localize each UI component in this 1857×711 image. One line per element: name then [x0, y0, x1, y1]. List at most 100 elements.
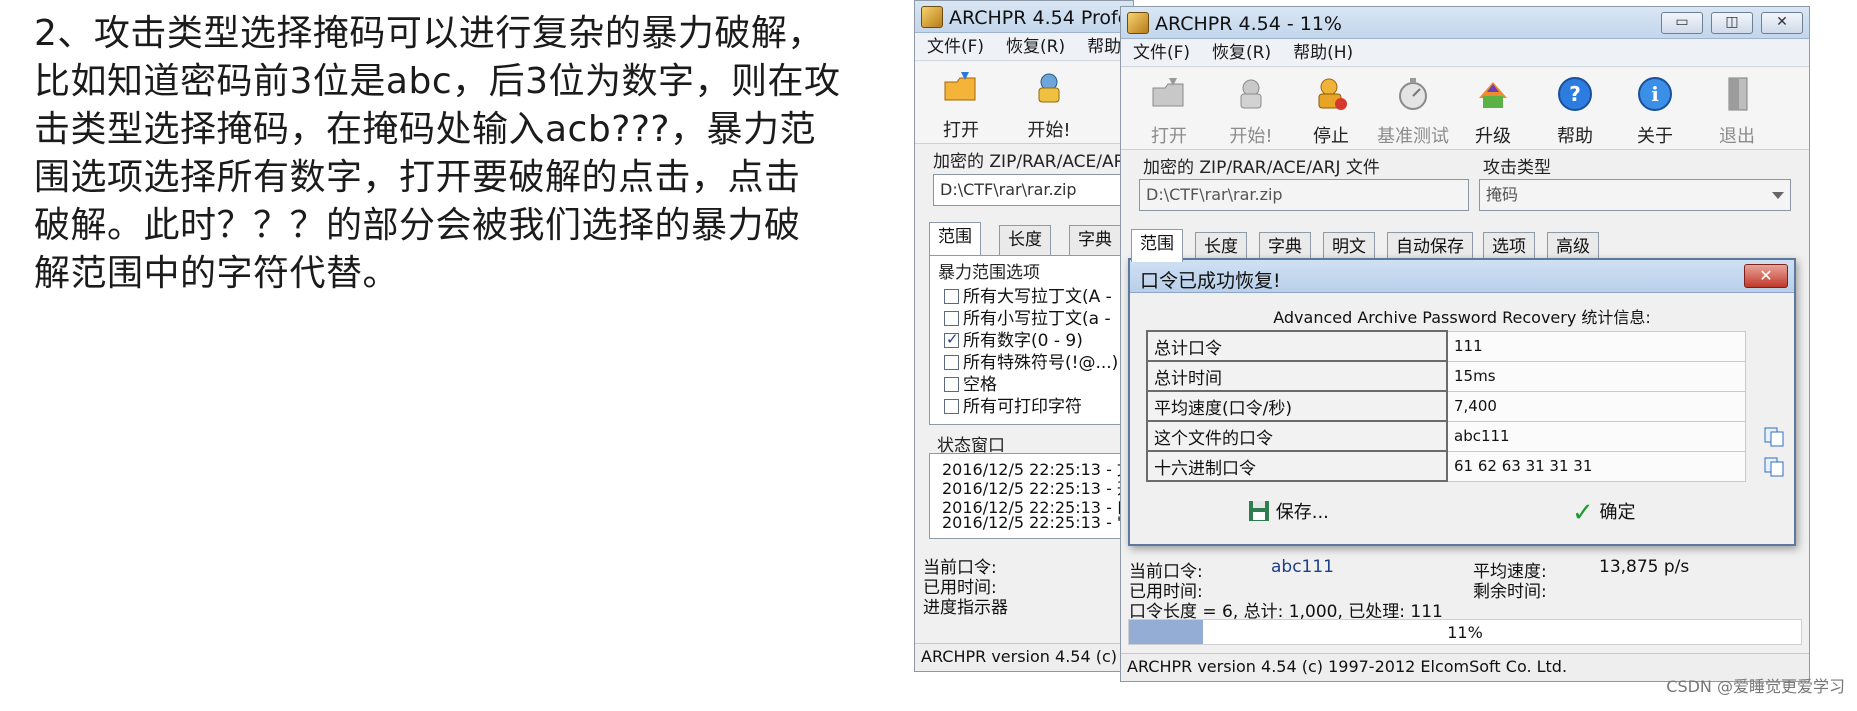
menu-file[interactable]: 文件(F): [1133, 39, 1190, 67]
file-group-label: 加密的 ZIP/RAR/ACE/AR: [933, 152, 1126, 172]
upgrade-label: 升级: [1475, 126, 1511, 147]
progress-indicator-label: 进度指示器: [923, 598, 1008, 618]
log-line: 2016/12/5 22:25:13 - 'ab: [942, 513, 1134, 532]
table-row: 这个文件的口令 abc111: [1146, 420, 1746, 452]
start-button[interactable]: 开始!: [1011, 66, 1087, 141]
open-button[interactable]: 打开: [1131, 72, 1207, 147]
about-label: 关于: [1637, 126, 1673, 147]
stat-label: 这个文件的口令: [1146, 420, 1448, 452]
save-button[interactable]: 保存...: [1248, 496, 1329, 530]
ok-button[interactable]: ✓ 确定: [1572, 496, 1636, 530]
article-line: 解范围中的字符代替。: [34, 253, 400, 294]
article-line: 围选项选择所有数字，打开要破解的点击，点击: [34, 157, 801, 198]
save-label: 保存...: [1275, 502, 1329, 523]
stat-label: 平均速度(口令/秒): [1146, 390, 1448, 422]
front-window-menubar: 文件(F) 恢复(R) 帮助(H): [1121, 39, 1809, 67]
back-window-menubar: 文件(F) 恢复(R) 帮助: [915, 33, 1133, 61]
front-window-title: ARCHPR 4.54 - 11%: [1155, 13, 1342, 35]
stat-label: 十六进制口令: [1146, 450, 1448, 482]
stop-label: 停止: [1313, 126, 1349, 147]
current-password-value: abc111: [1271, 557, 1335, 577]
minimize-button[interactable]: ▭: [1661, 12, 1703, 34]
remaining-time-label: 剩余时间:: [1473, 582, 1547, 602]
start-icon: [1038, 73, 1060, 103]
open-icon: [1152, 78, 1184, 107]
checkbox[interactable]: [944, 355, 959, 370]
checkbox[interactable]: [944, 289, 959, 304]
stat-value: 15ms: [1446, 360, 1746, 392]
exit-icon: [1728, 77, 1748, 111]
front-window-toolbar: 打开 开始! 停止 基准测试 升级 ? 帮助 i 关于 退出: [1121, 68, 1809, 150]
upgrade-icon: [1479, 82, 1507, 108]
article-line: 2、攻击类型选择掩码可以进行复杂的暴力破解，: [34, 13, 824, 54]
attack-type-select[interactable]: 掩码: [1479, 179, 1791, 211]
back-window-title: ARCHPR 4.54 Profes: [949, 7, 1134, 29]
benchmark-label: 基准测试: [1377, 126, 1449, 147]
menu-recover[interactable]: 恢复(R): [1006, 33, 1065, 61]
stat-label: 总计口令: [1146, 330, 1448, 362]
archpr-app-icon: [1127, 12, 1149, 34]
file-path-field[interactable]: D:\CTF\rar\rar.zip: [933, 174, 1133, 206]
table-row: 平均速度(口令/秒) 7,400: [1146, 390, 1746, 422]
back-window-toolbar: 打开 开始!: [915, 62, 1133, 144]
attack-type-value: 掩码: [1486, 185, 1519, 204]
stop-button[interactable]: 停止: [1293, 72, 1369, 147]
range-panel: 暴力范围选项 所有大写拉丁文(A - 所有小写拉丁文(a - 所有数字(0 - …: [929, 255, 1133, 425]
range-option-printable[interactable]: 所有可打印字符: [944, 392, 1082, 417]
menu-recover[interactable]: 恢复(R): [1212, 39, 1271, 67]
dialog-subtitle: Advanced Archive Password Recovery 统计信息:: [1273, 308, 1651, 327]
article-line: 击类型选择掩码，在掩码处输入acb???，暴力范: [34, 109, 817, 150]
dialog-titlebar[interactable]: 口令已成功恢复! ✕: [1130, 260, 1794, 293]
stop-icon: [1318, 78, 1347, 110]
menu-help[interactable]: 帮助: [1087, 33, 1121, 61]
about-icon: i: [1638, 77, 1672, 111]
checkbox[interactable]: [944, 377, 959, 392]
open-icon: [944, 72, 976, 101]
about-button[interactable]: i 关于: [1617, 72, 1693, 147]
copy-password-icon[interactable]: [1763, 426, 1785, 448]
stats-table: 总计口令 111 总计时间 15ms 平均速度(口令/秒) 7,400 这个文件的口令…: [1146, 330, 1746, 482]
stat-value-hex[interactable]: 61 62 63 31 31 31: [1446, 450, 1746, 482]
table-row: 总计口令 111: [1146, 330, 1746, 362]
file-path-field[interactable]: D:\CTF\rar\rar.zip: [1139, 179, 1469, 211]
back-window-titlebar[interactable]: ARCHPR 4.54 Profes: [915, 1, 1133, 33]
file-group-label: 加密的 ZIP/RAR/ACE/ARJ 文件: [1143, 158, 1380, 178]
back-window: ARCHPR 4.54 Profes 文件(F) 恢复(R) 帮助 打开 开始! 加…: [914, 0, 1134, 672]
tab-dictionary[interactable]: 字典: [1069, 225, 1121, 255]
start-button[interactable]: 开始!: [1213, 72, 1289, 147]
help-button[interactable]: ? 帮助: [1537, 72, 1613, 147]
menu-file[interactable]: 文件(F): [927, 33, 984, 61]
table-row: 总计时间 15ms: [1146, 360, 1746, 392]
maximize-button[interactable]: ◫: [1711, 12, 1753, 34]
help-label: 帮助: [1557, 126, 1593, 147]
dialog-title: 口令已成功恢复!: [1140, 270, 1281, 292]
checkbox-checked[interactable]: [944, 330, 959, 348]
dialog-close-button[interactable]: ✕: [1744, 264, 1788, 288]
save-icon: [1249, 501, 1269, 521]
watermark: CSDN @爱睡觉更爱学习: [1666, 677, 1845, 696]
svg-text:?: ?: [1569, 82, 1581, 106]
start-label: 开始!: [1027, 120, 1071, 141]
status-log[interactable]: 2016/12/5 22:25:13 - 文 2016/12/5 22:25:1…: [929, 453, 1134, 539]
progress-label: 11%: [1447, 623, 1483, 642]
svg-text:i: i: [1651, 82, 1659, 106]
help-icon: ?: [1558, 77, 1592, 111]
front-window-titlebar[interactable]: ARCHPR 4.54 - 11% ▭ ◫ ✕: [1121, 7, 1809, 39]
open-button[interactable]: 打开: [923, 66, 999, 141]
close-button[interactable]: ✕: [1761, 12, 1803, 34]
archpr-app-icon: [921, 6, 943, 28]
password-recovered-dialog: 口令已成功恢复! ✕ Advanced Archive Password Rec…: [1128, 258, 1796, 546]
tab-length[interactable]: 长度: [999, 225, 1051, 255]
menu-help[interactable]: 帮助(H): [1293, 39, 1353, 67]
upgrade-button[interactable]: 升级: [1455, 72, 1531, 147]
checkbox[interactable]: [944, 399, 959, 414]
back-tabs: 范围 长度 字典: [929, 222, 1133, 255]
tab-range[interactable]: 范围: [929, 222, 981, 255]
tab-range[interactable]: 范围: [1131, 229, 1183, 262]
start-icon: [1240, 79, 1262, 109]
exit-button[interactable]: 退出: [1699, 72, 1775, 147]
checkbox[interactable]: [944, 311, 959, 326]
stat-value-password[interactable]: abc111: [1446, 420, 1746, 452]
copy-hex-icon[interactable]: [1763, 456, 1785, 478]
benchmark-button[interactable]: 基准测试: [1375, 72, 1451, 147]
